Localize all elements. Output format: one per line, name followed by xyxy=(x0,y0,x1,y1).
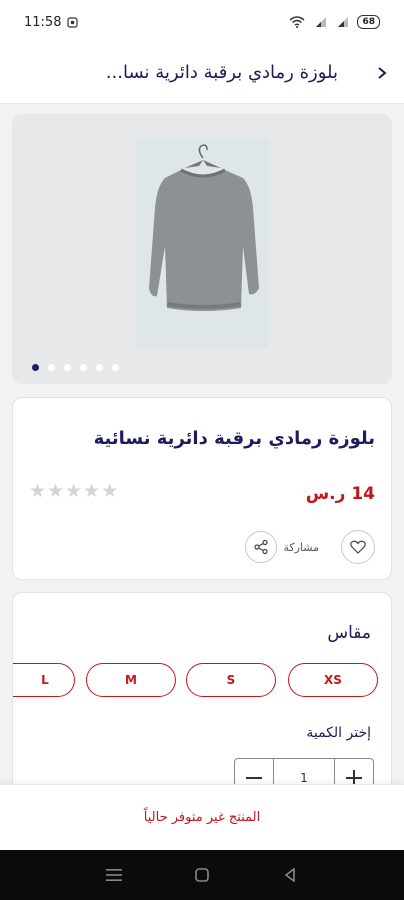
rating-stars: ★★★★★ xyxy=(29,480,119,502)
size-option-m[interactable]: M xyxy=(86,663,176,697)
star-icon: ★ xyxy=(65,480,84,502)
share-icon xyxy=(245,531,278,563)
system-nav-bar xyxy=(0,850,404,900)
signal-icon-2 xyxy=(338,17,349,27)
share-label: مشاركة xyxy=(283,540,319,554)
share-button[interactable]: مشاركة xyxy=(245,530,319,564)
size-option-xs[interactable]: XS xyxy=(288,663,378,697)
carousel-dot[interactable] xyxy=(48,364,55,371)
availability-bar: المنتج غير متوفر حالياً xyxy=(0,784,404,850)
chevron-right-icon xyxy=(378,67,387,79)
product-image xyxy=(137,138,269,348)
carousel-dot[interactable] xyxy=(80,364,87,371)
favorite-button[interactable] xyxy=(341,530,375,564)
size-selector: XS S M L xyxy=(13,663,391,699)
quantity-label: إختر الكمية xyxy=(306,725,371,741)
wifi-icon xyxy=(289,16,305,28)
status-bar: 11:58 68 xyxy=(0,0,404,44)
size-option-l[interactable]: L xyxy=(13,663,75,697)
back-nav-button[interactable] xyxy=(278,863,302,887)
heart-icon xyxy=(350,540,366,554)
battery-icon: 68 xyxy=(357,15,380,29)
product-image-carousel[interactable] xyxy=(12,114,392,384)
product-name: بلوزة رمادي برقبة دائرية نسائية xyxy=(93,428,375,449)
product-info-card: بلوزة رمادي برقبة دائرية نسائية 14 ر.س ★… xyxy=(12,397,392,580)
back-triangle-icon xyxy=(284,868,295,882)
back-button[interactable] xyxy=(370,58,394,88)
star-icon: ★ xyxy=(101,480,120,502)
star-icon: ★ xyxy=(29,480,48,502)
size-label: مقاس xyxy=(327,623,371,643)
minus-icon xyxy=(246,777,262,779)
signal-icon xyxy=(316,17,327,27)
page-title: بلوزة رمادي برقبة دائرية نسا... xyxy=(105,62,338,83)
star-icon: ★ xyxy=(47,480,66,502)
app-header: بلوزة رمادي برقبة دائرية نسا... xyxy=(0,44,404,104)
home-square-icon xyxy=(195,868,209,882)
carousel-dot[interactable] xyxy=(32,364,39,371)
availability-message: المنتج غير متوفر حالياً xyxy=(143,810,261,825)
carousel-dot[interactable] xyxy=(96,364,103,371)
carousel-indicator xyxy=(32,364,119,371)
carousel-dot[interactable] xyxy=(64,364,71,371)
home-button[interactable] xyxy=(190,863,214,887)
product-price: 14 ر.س xyxy=(305,484,375,504)
status-time: 11:58 xyxy=(24,14,62,30)
sweater-illustration xyxy=(149,144,259,311)
screenshot-icon xyxy=(67,16,79,28)
carousel-dot[interactable] xyxy=(112,364,119,371)
star-icon: ★ xyxy=(83,480,102,502)
recent-apps-button[interactable] xyxy=(102,863,126,887)
size-option-s[interactable]: S xyxy=(186,663,276,697)
menu-icon xyxy=(106,869,122,881)
